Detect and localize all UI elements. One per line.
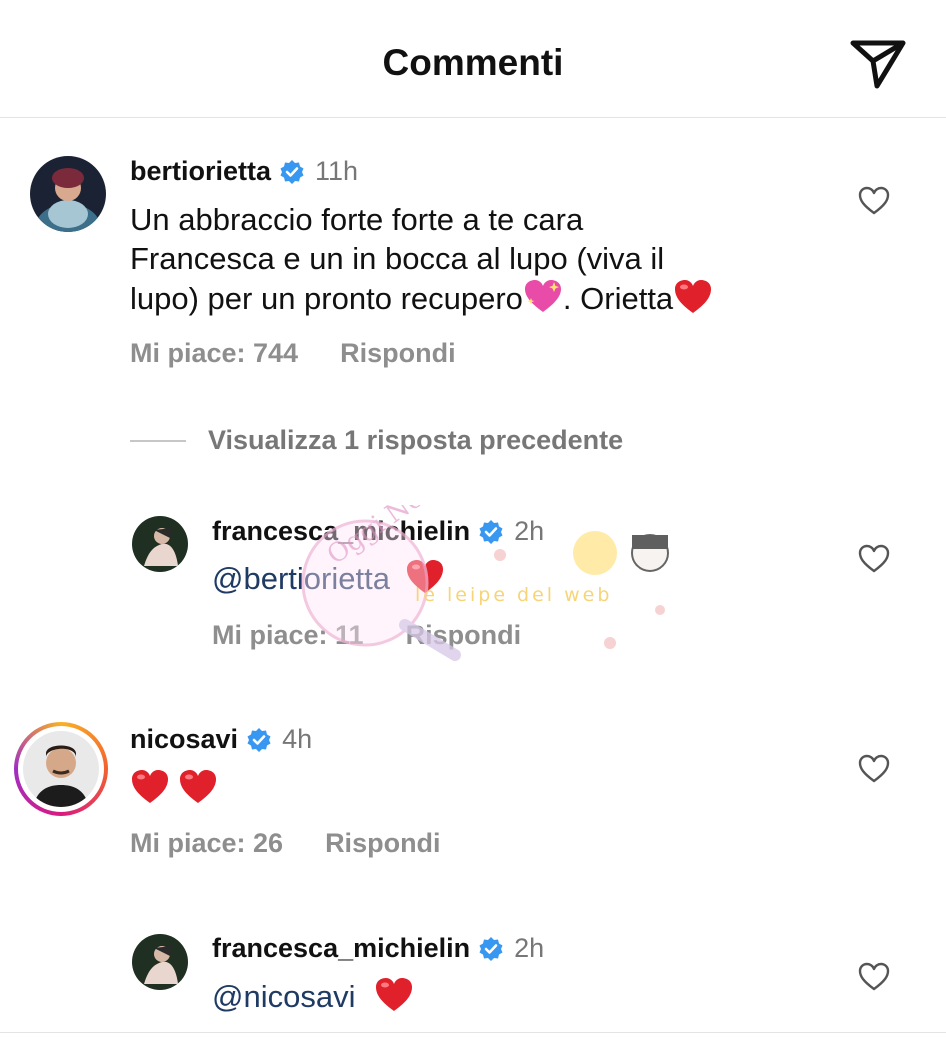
comment-line-text: . Orietta <box>562 281 674 316</box>
heart-outline-icon[interactable] <box>858 544 890 574</box>
likes-count[interactable]: Mi piace: 744 <box>130 338 298 369</box>
likes-count[interactable]: Mi piace: 26 <box>130 828 283 859</box>
comment-line: Un abbraccio forte forte a te cara <box>130 202 584 237</box>
comment-text: @nicosavi <box>212 976 414 1016</box>
comment-header: bertiorietta 11h <box>130 156 358 187</box>
username[interactable]: bertiorietta <box>130 156 271 187</box>
likes-count[interactable]: Mi piace: 11 <box>212 620 364 651</box>
comment-line-text: lupo) per un pronto recupero <box>130 281 523 316</box>
mention-link[interactable]: @nicosavi <box>212 979 355 1014</box>
avatar[interactable] <box>30 156 106 232</box>
comment-actions: Mi piace: 26 Rispondi <box>130 828 441 859</box>
reply-button[interactable]: Rispondi <box>406 620 522 651</box>
view-replies-label: Visualizza 1 risposta precedente <box>208 425 624 455</box>
watermark-text: le leipe del web <box>415 584 612 606</box>
comment-text: @bertiorietta <box>212 558 445 598</box>
heart-outline-icon[interactable] <box>858 186 890 216</box>
red-heart-emoji-icon <box>675 280 712 313</box>
comment-actions: Mi piace: 744 Rispondi <box>130 338 456 369</box>
comment-text: Un abbraccio forte forte a te cara Franc… <box>130 200 830 318</box>
verified-badge-icon <box>479 936 503 961</box>
sparkling-heart-emoji-icon <box>524 280 561 312</box>
comment-line: Francesca e un in bocca al lupo (viva il <box>130 241 665 276</box>
verified-badge-icon <box>280 159 304 184</box>
red-heart-emoji-icon <box>180 770 216 803</box>
avatar[interactable] <box>132 934 188 990</box>
comment-line: lupo) per un pronto recupero . Orietta <box>130 278 830 318</box>
red-heart-emoji-icon <box>376 978 413 1011</box>
divider-line <box>130 439 186 442</box>
page-title: Commenti <box>382 42 564 83</box>
comment-header: nicosavi 4h <box>130 724 312 755</box>
timestamp: 2h <box>514 516 545 546</box>
verified-badge-icon <box>247 727 271 752</box>
heart-outline-icon[interactable] <box>858 754 890 784</box>
heart-outline-icon[interactable] <box>858 962 890 992</box>
verified-badge-icon <box>479 519 503 544</box>
divider <box>0 1032 946 1033</box>
paper-plane-icon[interactable] <box>848 36 908 92</box>
avatar-story-ring[interactable] <box>14 722 108 816</box>
view-previous-replies-button[interactable]: Visualizza 1 risposta precedente <box>130 425 623 456</box>
avatar[interactable] <box>132 516 188 572</box>
comment-text <box>130 768 218 808</box>
comments-header: Commenti <box>0 0 946 118</box>
comment-header: francesca_michielin 2h <box>212 933 544 964</box>
comment-actions: Mi piace: 11 Rispondi <box>212 620 521 651</box>
username[interactable]: nicosavi <box>130 724 238 755</box>
username[interactable]: francesca_michielin <box>212 933 470 964</box>
timestamp: 11h <box>315 156 359 186</box>
comment-header: francesca_michielin 2h <box>212 516 544 547</box>
timestamp: 4h <box>282 724 313 754</box>
mention-link[interactable]: @bertiorietta <box>212 561 390 596</box>
reply-button[interactable]: Rispondi <box>325 828 441 859</box>
timestamp: 2h <box>514 933 545 963</box>
reply-button[interactable]: Rispondi <box>340 338 456 369</box>
red-heart-emoji-icon <box>406 560 443 593</box>
username[interactable]: francesca_michielin <box>212 516 470 547</box>
red-heart-emoji-icon <box>132 770 168 803</box>
